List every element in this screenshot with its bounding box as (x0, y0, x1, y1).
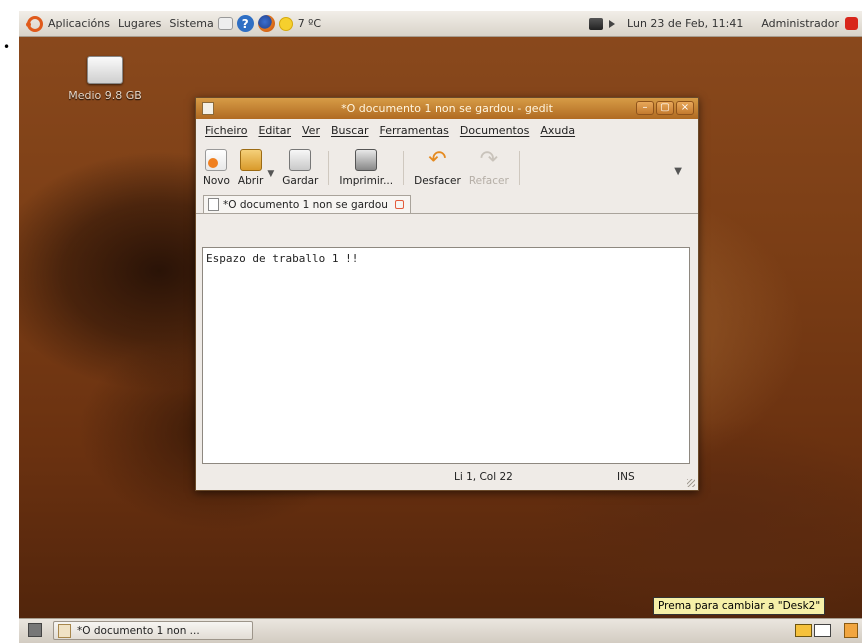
gedit-window: *O documento 1 non se gardou - gedit – ▢… (195, 97, 699, 491)
menu-editar[interactable]: Editar (258, 124, 291, 137)
undo-arrow-icon: ↶ (428, 147, 447, 172)
workspace-1[interactable] (795, 624, 812, 637)
open-button[interactable]: Abrir (238, 149, 263, 195)
list-bullet: • (3, 40, 11, 54)
menu-ferramentas[interactable]: Ferramentas (380, 124, 449, 137)
taskbar-window-button[interactable]: *O documento 1 non ... (53, 621, 253, 640)
document-tab[interactable]: *O documento 1 non se gardou (203, 195, 411, 213)
close-button[interactable]: × (676, 101, 694, 115)
workspace-tooltip: Prema para cambiar a "Desk2" (653, 597, 826, 615)
window-titlebar[interactable]: *O documento 1 non se gardou - gedit – ▢… (196, 98, 698, 119)
minimize-button[interactable]: – (636, 101, 654, 115)
toolbar: Novo Abrir ▼ Gardar Imprimir... ↶ Desfac… (196, 141, 698, 195)
menubar: Ficheiro Editar Ver Buscar Ferramentas D… (196, 119, 698, 141)
statusbar: Li 1, Col 22 INS (196, 466, 698, 490)
toolbar-separator (328, 151, 330, 185)
new-button-label: Novo (203, 175, 230, 187)
print-button[interactable]: Imprimir... (339, 149, 393, 195)
undo-button[interactable]: ↶ Desfacer (414, 149, 461, 195)
toolbar-separator (403, 151, 405, 185)
document-tab-strip: *O documento 1 non se gardou (196, 195, 698, 214)
open-button-label: Abrir (237, 175, 264, 187)
desktop-drive-label: Medio 9.8 GB (68, 89, 142, 102)
tab-close-icon[interactable] (394, 200, 404, 209)
applications-menu-label: Aplicacións (48, 17, 110, 30)
menu-ver[interactable]: Ver (302, 124, 320, 137)
new-button[interactable]: Novo (203, 149, 230, 195)
system-menu[interactable]: Sistema (169, 17, 213, 30)
print-button-label: Imprimir... (339, 175, 394, 187)
hard-drive-icon (87, 56, 123, 84)
volume-icon[interactable] (609, 19, 621, 28)
help-launcher-icon[interactable]: ? (236, 15, 254, 32)
window-title: *O documento 1 non se gardou - gedit (341, 102, 553, 115)
menu-ficheiro[interactable]: Ficheiro (205, 124, 247, 137)
user-switcher[interactable]: Administrador (761, 17, 839, 30)
weather-sun-icon[interactable] (278, 16, 293, 31)
document-tab-label: *O documento 1 non se gardou (223, 198, 388, 211)
trash-icon[interactable] (844, 623, 858, 638)
menu-buscar[interactable]: Buscar (331, 124, 369, 137)
places-menu-label: Lugares (117, 17, 162, 30)
toolbar-overflow-chevron-down-icon[interactable]: ▼ (674, 166, 682, 177)
show-desktop-icon[interactable] (28, 623, 42, 637)
ubuntu-logo-icon (26, 15, 43, 32)
menu-documentos[interactable]: Documentos (460, 124, 529, 137)
clock[interactable]: Lun 23 de Feb, 11:41 (627, 17, 743, 30)
network-icon[interactable] (589, 17, 604, 30)
window-menu-icon[interactable] (202, 102, 214, 115)
open-recent-chevron-down-icon[interactable]: ▼ (267, 169, 274, 179)
places-menu[interactable]: Lugares (118, 17, 161, 30)
bottom-panel: *O documento 1 non ... (19, 618, 862, 643)
menu-axuda[interactable]: Axuda (540, 124, 575, 137)
cursor-position: Li 1, Col 22 (454, 471, 513, 483)
redo-button-label: Refacer (468, 175, 509, 187)
gedit-app-icon (58, 623, 71, 638)
workspace-2[interactable] (814, 624, 831, 637)
applications-menu[interactable]: Aplicacións (26, 15, 110, 32)
weather-temperature[interactable]: 7 ºC (298, 17, 321, 30)
new-document-icon (205, 149, 228, 171)
printer-icon (355, 149, 378, 171)
maximize-button[interactable]: ▢ (656, 101, 674, 115)
redo-arrow-icon: ↷ (479, 147, 499, 172)
undo-button-label: Desfacer (414, 175, 461, 187)
firefox-launcher-icon[interactable] (257, 15, 275, 32)
save-button-label: Gardar (282, 175, 319, 187)
redo-button[interactable]: ↷ Refacer (469, 149, 509, 195)
top-panel: Aplicacións Lugares Sistema ? 7 ºC Lun 2… (19, 11, 862, 37)
taskbar-window-label: *O documento 1 non ... (77, 624, 200, 637)
open-folder-icon (239, 149, 262, 171)
desktop-drive-item[interactable]: Medio 9.8 GB (65, 56, 145, 102)
text-document-icon (208, 198, 219, 211)
system-menu-label: Sistema (169, 17, 214, 30)
power-icon[interactable] (845, 17, 858, 30)
mail-launcher-icon[interactable] (217, 17, 233, 30)
desktop-screen: Aplicacións Lugares Sistema ? 7 ºC Lun 2… (19, 11, 862, 643)
resize-grip-icon[interactable] (687, 479, 695, 487)
workspace-switcher (793, 624, 831, 637)
editor-text: Espazo de traballo 1 !! (206, 252, 359, 265)
insert-mode: INS (617, 471, 635, 483)
toolbar-separator (518, 151, 520, 185)
save-button[interactable]: Gardar (282, 149, 318, 195)
text-editor-area[interactable]: Espazo de traballo 1 !! (202, 247, 690, 464)
save-icon (289, 149, 312, 171)
